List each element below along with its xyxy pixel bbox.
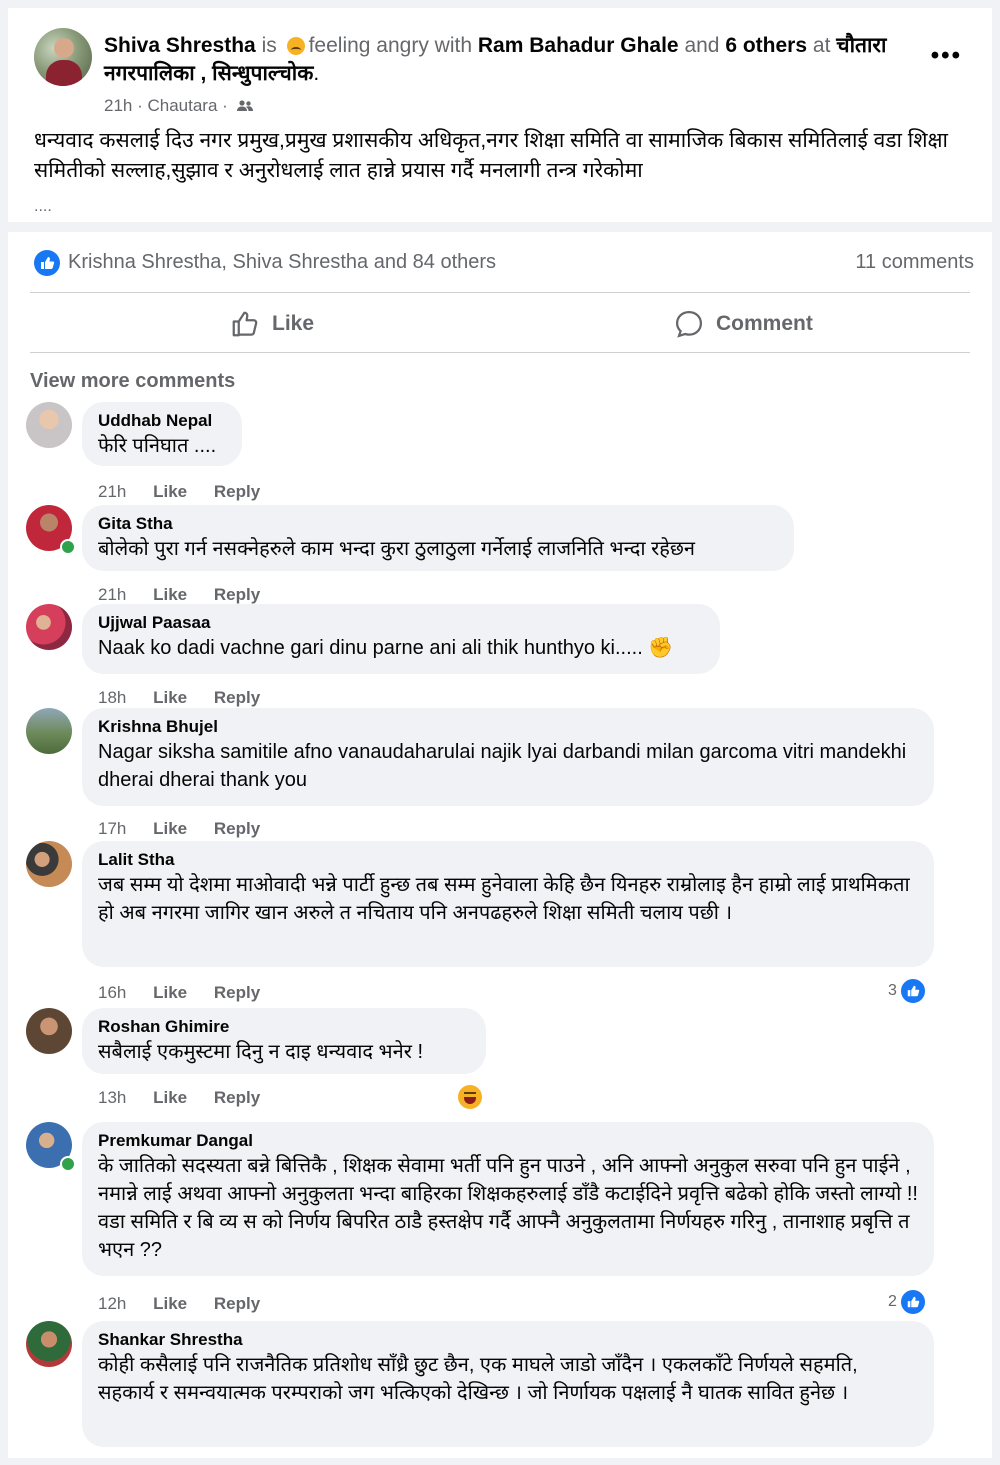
comment-actions: 16h Like Reply: [98, 983, 282, 1003]
comment-bubble: Premkumar Dangal के जातिको सदस्यता बन्ने…: [82, 1122, 934, 1276]
comment-time[interactable]: 13h: [98, 1088, 126, 1107]
comment-actions: 18h Like Reply: [98, 688, 282, 708]
reactors-list[interactable]: Krishna Shrestha, Shiva Shrestha and 84 …: [68, 251, 496, 274]
commenter-avatar[interactable]: [26, 604, 72, 650]
comment-reply-button[interactable]: Reply: [214, 983, 260, 1002]
comment-time[interactable]: 18h: [98, 688, 126, 707]
comment-text: सबैलाई एकमुस्टमा दिनु न दाइ धन्यवाद भनेर…: [98, 1041, 424, 1063]
comment-bubble: Lalit Stha जब सम्म यो देशमा माओवादी भन्न…: [82, 841, 934, 967]
tagged-others[interactable]: 6 others: [725, 34, 807, 57]
comment-reply-button[interactable]: Reply: [214, 1088, 260, 1107]
comment-reaction-count[interactable]: 3: [888, 977, 927, 1005]
like-button[interactable]: Like: [230, 296, 314, 352]
post-actions: Like Comment: [30, 296, 970, 352]
commenter-name[interactable]: Krishna Bhujel: [98, 716, 918, 738]
comment-actions: 17h Like Reply: [98, 819, 282, 839]
comment-actions: 12h Like Reply: [98, 1294, 282, 1314]
post-header-text: Shiva Shrestha is feeling angry with Ram…: [104, 34, 887, 85]
like-reaction-icon: [898, 1288, 927, 1316]
comment-like-button[interactable]: Like: [153, 585, 187, 604]
commenter-avatar[interactable]: [26, 841, 72, 887]
comment-text: Naak ko dadi vachne gari dinu parne ani …: [98, 637, 674, 659]
comment-like-button[interactable]: Like: [153, 1294, 187, 1313]
comment-actions: 21h Like Reply: [98, 585, 282, 605]
tagged-person[interactable]: Ram Bahadur Ghale: [478, 34, 679, 57]
commenter-name[interactable]: Shankar Shrestha: [98, 1329, 918, 1351]
commenter-name[interactable]: Uddhab Nepal: [98, 410, 226, 432]
author-avatar[interactable]: [34, 28, 92, 86]
post-body: धन्यवाद कसलाई दिउ नगर प्रमुख,प्रमुख प्रश…: [34, 129, 948, 182]
commenter-name[interactable]: Lalit Stha: [98, 849, 918, 871]
comment-text: के जातिको सदस्यता बन्ने बित्तिकै , शिक्ष…: [98, 1155, 918, 1261]
thumbs-up-icon: [232, 311, 258, 337]
comment-time[interactable]: 21h: [98, 585, 126, 604]
section-divider: [8, 222, 992, 232]
online-status-dot: [60, 1156, 76, 1172]
comment-reply-button[interactable]: Reply: [214, 585, 260, 604]
comment-time[interactable]: 21h: [98, 482, 126, 501]
like-label: Like: [272, 312, 315, 335]
see-more-ellipsis[interactable]: ....: [34, 198, 52, 216]
commenter-name[interactable]: Gita Stha: [98, 513, 778, 535]
comment-label: Comment: [716, 312, 813, 335]
post-meta: 21h · Chautara ·: [104, 96, 253, 116]
comment-like-button[interactable]: Like: [153, 983, 187, 1002]
commenter-avatar[interactable]: [26, 1321, 72, 1367]
divider: [30, 292, 970, 293]
divider: [30, 352, 970, 353]
comment-text: फेरि पनिघात ....: [98, 435, 217, 457]
comment-actions: 21h Like Reply: [98, 482, 282, 502]
comment-like-button[interactable]: Like: [153, 819, 187, 838]
comment-time[interactable]: 12h: [98, 1294, 126, 1313]
comment-bubble: Uddhab Nepal फेरि पनिघात ....: [82, 402, 242, 466]
comment-like-button[interactable]: Like: [153, 1088, 187, 1107]
online-status-dot: [60, 539, 76, 555]
comment-actions: 13h Like Reply: [98, 1088, 282, 1108]
reactions-summary: Krishna Shrestha, Shiva Shrestha and 84 …: [34, 248, 974, 278]
comment-reply-button[interactable]: Reply: [214, 482, 260, 501]
haha-reaction-icon[interactable]: [458, 1085, 482, 1109]
angry-face-icon: [286, 37, 305, 55]
comment-like-button[interactable]: Like: [153, 688, 187, 707]
commenter-avatar[interactable]: [26, 1008, 72, 1054]
comment-bubble: Ujjwal Paasaa Naak ko dadi vachne gari d…: [82, 604, 720, 674]
comment-bubble-icon: [675, 310, 703, 338]
comment-reply-button[interactable]: Reply: [214, 688, 260, 707]
commenter-avatar[interactable]: [26, 708, 72, 754]
comment-reply-button[interactable]: Reply: [214, 819, 260, 838]
comment-button[interactable]: Comment: [674, 296, 813, 352]
view-more-comments[interactable]: View more comments: [30, 370, 235, 393]
like-reaction-icon: [898, 977, 927, 1005]
post-card: Shiva Shrestha is feeling angry with Ram…: [8, 8, 992, 1458]
author-name[interactable]: Shiva Shrestha: [104, 34, 256, 57]
comment-reply-button[interactable]: Reply: [214, 1294, 260, 1313]
comment-reaction-count[interactable]: 2: [888, 1288, 927, 1316]
post-time[interactable]: 21h · Chautara ·: [104, 96, 228, 115]
friends-icon: [236, 100, 253, 111]
comment-bubble: Roshan Ghimire सबैलाई एकमुस्टमा दिनु न द…: [82, 1008, 486, 1074]
comment-bubble: Shankar Shrestha कोही कसैलाई पनि राजनैति…: [82, 1321, 934, 1447]
like-reaction-icon: [34, 250, 60, 276]
comment-text: जब सम्म यो देशमा माओवादी भन्ने पार्टी हु…: [98, 874, 910, 924]
feeling-text: feeling angry with: [308, 34, 473, 57]
comment-text: बोलेको पुरा गर्न नसक्नेहरुले काम भन्दा क…: [98, 538, 696, 560]
comments-count[interactable]: 11 comments: [855, 251, 974, 274]
comment-time[interactable]: 17h: [98, 819, 126, 838]
more-options-button[interactable]: •••: [931, 42, 962, 70]
commenter-name[interactable]: Premkumar Dangal: [98, 1130, 918, 1152]
commenter-avatar[interactable]: [26, 402, 72, 448]
fist-emoji-icon: ✊: [648, 637, 674, 659]
comment-like-button[interactable]: Like: [153, 482, 187, 501]
comment-bubble: Krishna Bhujel Nagar siksha samitile afn…: [82, 708, 934, 806]
comment-text: कोही कसैलाई पनि राजनैतिक प्रतिशोध साँध्र…: [98, 1354, 858, 1404]
commenter-name[interactable]: Ujjwal Paasaa: [98, 612, 704, 634]
comment-time[interactable]: 16h: [98, 983, 126, 1002]
commenter-name[interactable]: Roshan Ghimire: [98, 1016, 470, 1038]
comment-bubble: Gita Stha बोलेको पुरा गर्न नसक्नेहरुले क…: [82, 505, 794, 571]
comment-text: Nagar siksha samitile afno vanaudaharula…: [98, 741, 907, 791]
